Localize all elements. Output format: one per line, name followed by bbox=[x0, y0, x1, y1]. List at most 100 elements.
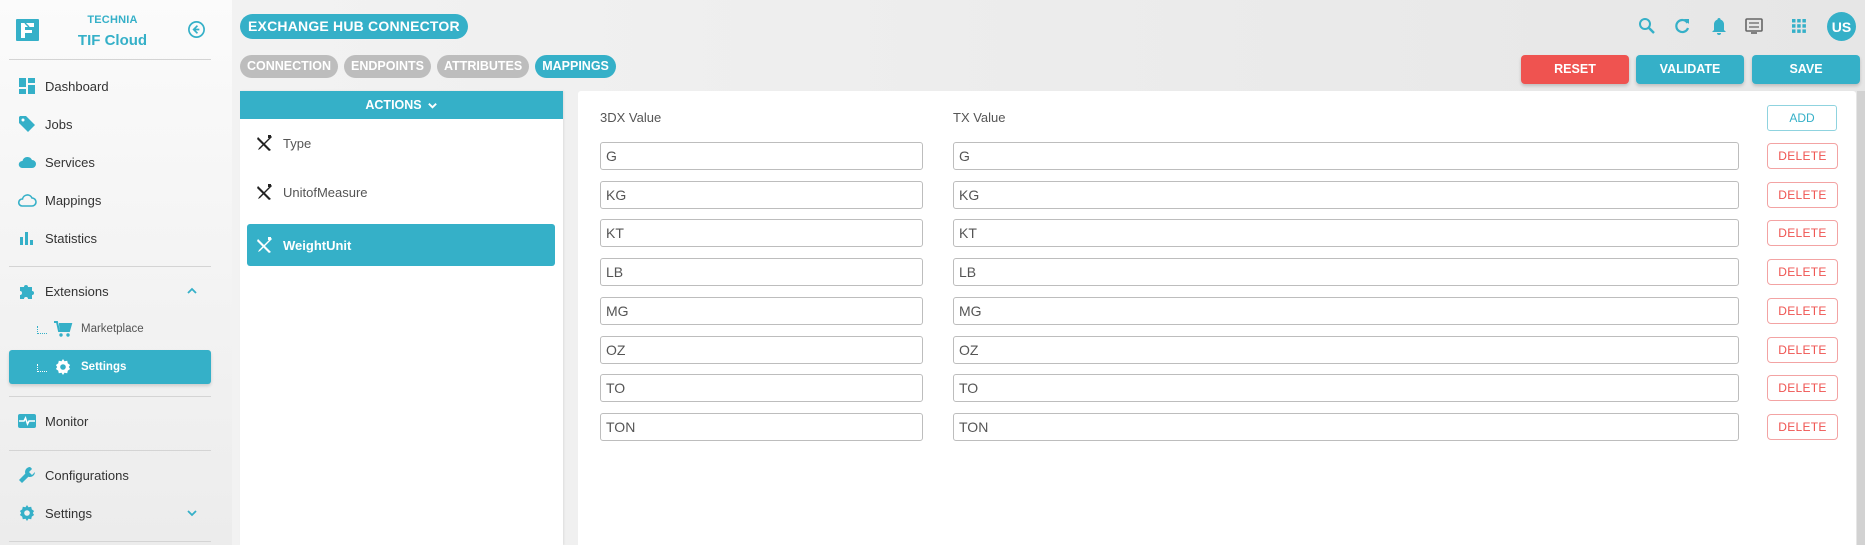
sidebar-item-monitor[interactable]: Monitor bbox=[9, 404, 211, 438]
save-button[interactable]: SAVE bbox=[1752, 55, 1860, 84]
attribute-label: WeightUnit bbox=[283, 237, 352, 253]
pencil-ruler-icon bbox=[256, 183, 274, 201]
mapping-row: DELETE bbox=[578, 335, 1856, 364]
cart-icon bbox=[53, 319, 73, 339]
delete-button[interactable]: DELETE bbox=[1767, 413, 1838, 440]
divider bbox=[9, 266, 211, 267]
mapping-row: DELETE bbox=[578, 180, 1856, 209]
3dx-value-input[interactable] bbox=[600, 142, 923, 170]
apps-grid-icon[interactable] bbox=[1789, 16, 1809, 36]
page-title: EXCHANGE HUB CONNECTOR bbox=[240, 14, 468, 39]
sidebar-item-settings[interactable]: Settings bbox=[9, 496, 211, 530]
wrench-icon bbox=[17, 465, 37, 485]
tx-value-input[interactable] bbox=[953, 296, 1739, 325]
3dx-value-input[interactable] bbox=[600, 219, 923, 248]
tx-value-input[interactable] bbox=[953, 258, 1739, 287]
sidebar-item-label: Extensions bbox=[45, 283, 109, 299]
tree-connector bbox=[37, 364, 47, 372]
sidebar-item-label: Dashboard bbox=[45, 78, 109, 94]
pencil-ruler-icon bbox=[256, 236, 274, 254]
attribute-label: Type bbox=[283, 135, 312, 151]
sidebar-item-mappings[interactable]: Mappings bbox=[9, 183, 211, 217]
tab-endpoints[interactable]: ENDPOINTS bbox=[344, 55, 431, 78]
sidebar-item-dashboard[interactable]: Dashboard bbox=[9, 69, 211, 103]
tab-connection[interactable]: CONNECTION bbox=[240, 55, 339, 78]
tx-value-input[interactable] bbox=[953, 142, 1739, 170]
chevron-down-icon[interactable] bbox=[185, 506, 199, 520]
3dx-value-input[interactable] bbox=[600, 296, 923, 325]
bell-icon[interactable] bbox=[1709, 16, 1729, 36]
delete-button[interactable]: DELETE bbox=[1767, 143, 1838, 169]
sidebar-item-services[interactable]: Services bbox=[9, 145, 211, 179]
sidebar-item-jobs[interactable]: Jobs bbox=[9, 107, 211, 141]
chevron-down-icon bbox=[427, 102, 437, 109]
attribute-item-weightunit[interactable]: WeightUnit bbox=[247, 224, 555, 266]
sidebar-item-label: Settings bbox=[45, 505, 92, 521]
attribute-item-type[interactable]: Type bbox=[247, 122, 555, 164]
reset-button[interactable]: RESET bbox=[1521, 55, 1629, 84]
tab-mappings[interactable]: MAPPINGS bbox=[535, 55, 616, 78]
divider bbox=[9, 59, 211, 60]
sidebar-item-statistics[interactable]: Statistics bbox=[9, 221, 211, 255]
brand-header: TECHNIA TIF Cloud bbox=[0, 0, 232, 60]
cloud-outline-icon bbox=[17, 190, 37, 210]
scrollbar[interactable] bbox=[1857, 91, 1865, 545]
3dx-value-input[interactable] bbox=[600, 374, 923, 403]
sidebar: TECHNIA TIF Cloud Dashboard Jobs Service… bbox=[0, 0, 232, 545]
attribute-label: UnitofMeasure bbox=[283, 184, 368, 200]
bar-chart-icon bbox=[17, 228, 37, 248]
brand-company: TECHNIA bbox=[87, 14, 138, 26]
3dx-value-input[interactable] bbox=[600, 412, 923, 441]
gear-icon bbox=[53, 357, 73, 377]
sidebar-item-label: Statistics bbox=[45, 230, 98, 246]
add-button[interactable]: ADD bbox=[1767, 105, 1837, 131]
delete-button[interactable]: DELETE bbox=[1767, 375, 1838, 402]
tx-value-input[interactable] bbox=[953, 335, 1739, 364]
sidebar-item-extensions[interactable]: Extensions bbox=[9, 274, 211, 308]
attribute-item-unitofmeasure[interactable]: UnitofMeasure bbox=[247, 171, 555, 213]
search-icon[interactable] bbox=[1637, 16, 1657, 36]
tx-value-input[interactable] bbox=[953, 180, 1739, 209]
tx-value-input[interactable] bbox=[953, 412, 1739, 441]
3dx-value-input[interactable] bbox=[600, 180, 923, 209]
sidebar-item-marketplace[interactable]: Marketplace bbox=[9, 312, 211, 346]
arrow-left-circle-icon[interactable] bbox=[187, 20, 206, 39]
tab-attributes[interactable]: ATTRIBUTES bbox=[436, 55, 530, 78]
tree-connector bbox=[37, 326, 47, 334]
sidebar-item-configurations[interactable]: Configurations bbox=[9, 458, 211, 492]
tag-icon bbox=[17, 114, 37, 134]
delete-button[interactable]: DELETE bbox=[1767, 336, 1838, 363]
divider bbox=[9, 450, 211, 451]
avatar[interactable]: US bbox=[1827, 12, 1856, 41]
delete-button[interactable]: DELETE bbox=[1767, 297, 1838, 324]
3dx-value-input[interactable] bbox=[600, 258, 923, 287]
mapping-row: DELETE bbox=[578, 412, 1856, 441]
cloud-filled-icon bbox=[17, 152, 37, 172]
mapping-row: DELETE bbox=[578, 258, 1856, 287]
tx-value-input[interactable] bbox=[953, 374, 1739, 403]
tab-bar: CONNECTION ENDPOINTS ATTRIBUTES MAPPINGS bbox=[240, 55, 616, 78]
puzzle-icon bbox=[17, 281, 37, 301]
actions-label: ACTIONS bbox=[365, 98, 422, 112]
delete-button[interactable]: DELETE bbox=[1767, 220, 1838, 247]
tif-logo-icon bbox=[16, 19, 39, 41]
mapping-panel: 3DX Value TX Value ADD DELETE DELETE DELET… bbox=[578, 91, 1856, 545]
sidebar-item-label: Services bbox=[45, 154, 95, 170]
tx-value-input[interactable] bbox=[953, 219, 1739, 248]
chevron-up-icon[interactable] bbox=[185, 284, 199, 298]
actions-dropdown[interactable]: ACTIONS bbox=[240, 91, 563, 119]
refresh-icon[interactable] bbox=[1672, 16, 1692, 36]
sidebar-item-extension-settings[interactable]: Settings bbox=[9, 350, 211, 384]
sidebar-item-label: Settings bbox=[81, 361, 127, 373]
sidebar-item-label: Marketplace bbox=[81, 323, 144, 335]
3dx-value-input[interactable] bbox=[600, 335, 923, 364]
delete-button[interactable]: DELETE bbox=[1767, 181, 1838, 208]
column-header-3dx: 3DX Value bbox=[600, 110, 662, 125]
validate-button[interactable]: VALIDATE bbox=[1636, 55, 1744, 84]
sidebar-item-label: Configurations bbox=[45, 467, 129, 483]
delete-button[interactable]: DELETE bbox=[1767, 259, 1838, 286]
divider bbox=[9, 541, 211, 542]
sidebar-item-label: Mappings bbox=[45, 192, 102, 208]
sidebar-item-label: Monitor bbox=[45, 413, 89, 429]
monitor-settings-icon[interactable] bbox=[1744, 16, 1764, 36]
